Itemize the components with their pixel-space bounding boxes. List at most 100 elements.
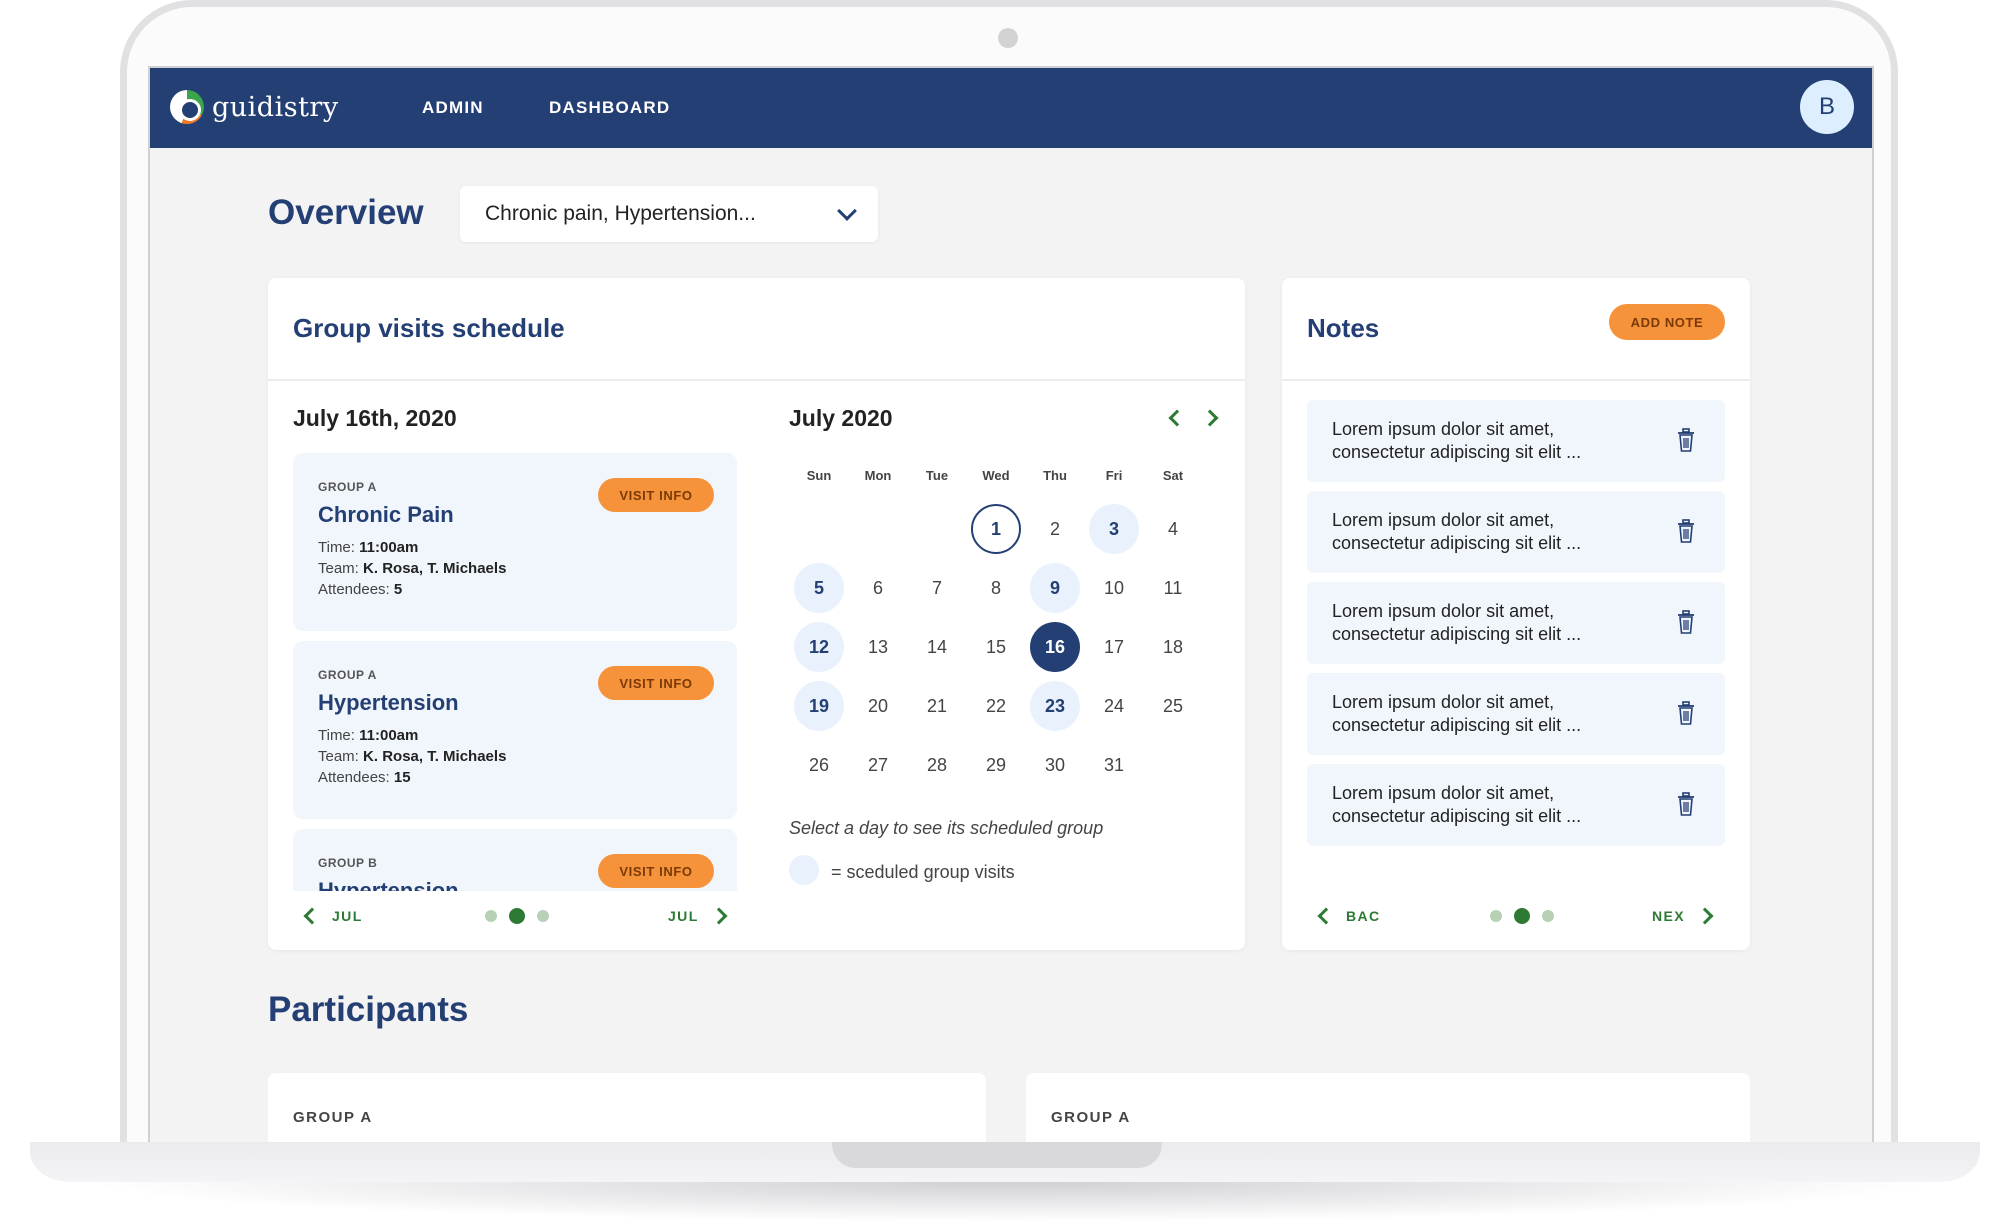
chevron-left-icon xyxy=(303,907,321,925)
legend-label: = sceduled group visits xyxy=(831,862,1015,882)
camera xyxy=(998,28,1018,48)
trash-icon[interactable] xyxy=(1677,519,1695,543)
trash-icon[interactable] xyxy=(1677,610,1695,634)
trash-icon[interactable] xyxy=(1677,792,1695,816)
calendar-day-10[interactable]: 10 xyxy=(1089,563,1139,613)
schedule-title: Group visits schedule xyxy=(293,313,565,343)
calendar-day-17[interactable]: 17 xyxy=(1089,622,1139,672)
calendar-day-9[interactable]: 9 xyxy=(1030,563,1080,613)
calendar-day-15[interactable]: 15 xyxy=(971,622,1021,672)
notes-next[interactable]: NEX xyxy=(1652,907,1714,925)
calendar-day-28[interactable]: 28 xyxy=(912,740,962,790)
calendar-day-22[interactable]: 22 xyxy=(971,681,1021,731)
calendar-day-11[interactable]: 11 xyxy=(1148,563,1198,613)
visit-card: GROUP A Hypertension Time: 11:00am Team:… xyxy=(293,641,737,819)
schedule-page-dots[interactable] xyxy=(485,908,549,924)
calendar-day-27[interactable]: 27 xyxy=(853,740,903,790)
calendar-day-20[interactable]: 20 xyxy=(853,681,903,731)
page-dot[interactable] xyxy=(1542,910,1554,922)
note-item[interactable]: Lorem ipsum dolor sit amet, consectetur a… xyxy=(1307,491,1725,573)
page-dot-active[interactable] xyxy=(509,908,525,924)
note-item[interactable]: Lorem ipsum dolor sit amet, consectetur a… xyxy=(1307,764,1725,846)
notes-next-label: NEX xyxy=(1652,908,1685,924)
calendar-day-25[interactable]: 25 xyxy=(1148,681,1198,731)
visit-group-label: GROUP A xyxy=(318,668,377,682)
weekday-fri: Fri xyxy=(1105,468,1123,483)
trash-icon[interactable] xyxy=(1677,428,1695,452)
calendar-day-16[interactable]: 16 xyxy=(1030,622,1080,672)
visit-team: Team: K. Rosa, T. Michaels xyxy=(318,560,507,577)
notes-title: Notes xyxy=(1307,313,1380,343)
calendar-day-29[interactable]: 29 xyxy=(971,740,1021,790)
visit-attendees: Attendees: 5 xyxy=(318,581,403,598)
calendar-day-23[interactable]: 23 xyxy=(1030,681,1080,731)
calendar-next-icon[interactable] xyxy=(1201,409,1219,427)
visit-card: GROUP A Chronic Pain Time: 11:00am Team:… xyxy=(293,453,737,631)
calendar-day-26[interactable]: 26 xyxy=(794,740,844,790)
visit-info-button[interactable]: VISIT INFO xyxy=(598,478,714,512)
weekday-mon: Mon xyxy=(864,468,892,483)
trash-icon[interactable] xyxy=(1677,701,1695,725)
note-text: Lorem ipsum dolor sit amet, consectetur a… xyxy=(1332,601,1582,644)
page-dot-active[interactable] xyxy=(1514,908,1530,924)
note-item[interactable]: Lorem ipsum dolor sit amet, consectetur a… xyxy=(1307,673,1725,755)
calendar-day-14[interactable]: 14 xyxy=(912,622,962,672)
note-item[interactable]: Lorem ipsum dolor sit amet, consectetur a… xyxy=(1307,400,1725,482)
top-nav: guidistry ADMIN DASHBOARD B xyxy=(150,68,1872,148)
notes-prev[interactable]: BAC xyxy=(1317,907,1381,925)
calendar-day-24[interactable]: 24 xyxy=(1089,681,1139,731)
weekday-thu: Thu xyxy=(1043,468,1067,483)
calendar-day-2[interactable]: 2 xyxy=(1030,504,1080,554)
visit-info-button[interactable]: VISIT INFO xyxy=(598,666,714,700)
participants-title: Participants xyxy=(268,990,469,1029)
visit-group-label: GROUP B xyxy=(318,856,378,870)
note-item[interactable]: Lorem ipsum dolor sit amet, consectetur a… xyxy=(1307,582,1725,664)
nav-dashboard[interactable]: DASHBOARD xyxy=(549,98,670,118)
schedule-prev[interactable]: JUL xyxy=(303,907,363,925)
visit-time: Time: 11:00am xyxy=(318,727,419,744)
schedule-next-label: JUL xyxy=(668,908,699,924)
calendar-day-1[interactable]: 1 xyxy=(971,504,1021,554)
nav-admin[interactable]: ADMIN xyxy=(422,98,484,118)
participant-card[interactable]: GROUP A xyxy=(268,1073,986,1142)
page-dot[interactable] xyxy=(537,910,549,922)
calendar-day-12[interactable]: 12 xyxy=(794,622,844,672)
page-dot[interactable] xyxy=(485,910,497,922)
page-dot[interactable] xyxy=(1490,910,1502,922)
visit-info-button[interactable]: VISIT INFO xyxy=(598,854,714,888)
divider xyxy=(1282,379,1750,381)
logo-icon xyxy=(170,90,204,124)
calendar-prev-icon[interactable] xyxy=(1168,409,1186,427)
legend-swatch xyxy=(789,855,819,885)
note-text: Lorem ipsum dolor sit amet, consectetur a… xyxy=(1332,692,1582,735)
divider xyxy=(268,379,1245,381)
calendar-day-13[interactable]: 13 xyxy=(853,622,903,672)
logo[interactable]: guidistry xyxy=(170,90,339,124)
weekday-tue: Tue xyxy=(925,468,949,483)
calendar-day-30[interactable]: 30 xyxy=(1030,740,1080,790)
calendar-day-5[interactable]: 5 xyxy=(794,563,844,613)
app-screen: guidistry ADMIN DASHBOARD B Overview Chr… xyxy=(148,66,1874,1142)
note-text: Lorem ipsum dolor sit amet, consectetur a… xyxy=(1332,419,1582,462)
participant-card[interactable]: GROUP A xyxy=(1026,1073,1750,1142)
calendar-day-21[interactable]: 21 xyxy=(912,681,962,731)
calendar-day-7[interactable]: 7 xyxy=(912,563,962,613)
schedule-next[interactable]: JUL xyxy=(668,907,728,925)
visit-list[interactable]: GROUP A Chronic Pain Time: 11:00am Team:… xyxy=(293,453,737,891)
calendar-day-31[interactable]: 31 xyxy=(1089,740,1139,790)
chevron-down-icon xyxy=(837,201,857,221)
laptop-shadow xyxy=(80,1182,1940,1222)
add-note-button[interactable]: ADD NOTE xyxy=(1609,304,1725,340)
calendar-day-6[interactable]: 6 xyxy=(853,563,903,613)
calendar-day-4[interactable]: 4 xyxy=(1148,504,1198,554)
calendar-day-3[interactable]: 3 xyxy=(1089,504,1139,554)
notes-page-dots[interactable] xyxy=(1490,908,1554,924)
visit-team: Team: K. Rosa, T. Michaels xyxy=(318,748,507,765)
visit-time: Time: 11:00am xyxy=(318,539,419,556)
calendar-day-8[interactable]: 8 xyxy=(971,563,1021,613)
calendar-day-18[interactable]: 18 xyxy=(1148,622,1198,672)
condition-filter-select[interactable]: Chronic pain, Hypertension... xyxy=(460,186,878,242)
avatar[interactable]: B xyxy=(1800,80,1854,134)
calendar-day-19[interactable]: 19 xyxy=(794,681,844,731)
participant-group-label: GROUP A xyxy=(1051,1109,1131,1126)
